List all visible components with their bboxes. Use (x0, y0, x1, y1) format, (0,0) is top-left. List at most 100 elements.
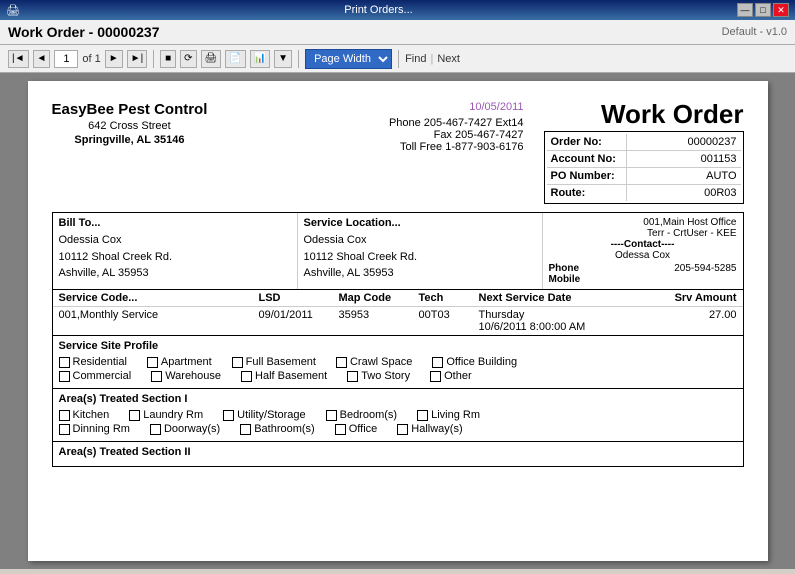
checkbox-doorway-box[interactable] (150, 424, 161, 435)
service-loc-line3: Ashville, AL 35953 (304, 265, 536, 282)
checkbox-two-story-label: Two Story (361, 370, 410, 382)
export-button[interactable]: 📄 (225, 50, 245, 68)
maximize-button[interactable]: □ (755, 3, 771, 17)
checkbox-other: Other (430, 370, 472, 382)
checkbox-utility: Utility/Storage (223, 409, 305, 421)
bill-to-line3: Ashville, AL 35953 (59, 265, 291, 282)
route-value: 00R03 (627, 185, 741, 201)
checkbox-crawl-space-box[interactable] (336, 357, 347, 368)
checkbox-commercial-label: Commercial (73, 370, 132, 382)
col-header-lsd: LSD (253, 292, 333, 304)
profile-row1: Residential Apartment Full Basement Craw… (59, 356, 737, 368)
account-no-row: Account No: 001153 (547, 151, 741, 168)
checkbox-bedroom-box[interactable] (326, 410, 337, 421)
checkbox-apartment-label: Apartment (161, 356, 212, 368)
prev-page-button[interactable]: ◄ (33, 50, 51, 68)
checkbox-half-basement: Half Basement (241, 370, 327, 382)
checkbox-laundry-box[interactable] (129, 410, 140, 421)
checkbox-utility-box[interactable] (223, 410, 234, 421)
po-number-value: AUTO (627, 168, 741, 184)
document: EasyBee Pest Control 642 Cross Street Sp… (28, 81, 768, 561)
refresh-button[interactable]: ⟳ (180, 50, 196, 68)
checkbox-two-story-box[interactable] (347, 371, 358, 382)
export3-button[interactable]: ▼ (274, 50, 292, 68)
service-loc-line2: 10112 Shoal Creek Rd. (304, 249, 536, 266)
order-info-block: Work Order Order No: 00000237 Account No… (544, 101, 744, 204)
checkbox-office-building-label: Office Building (446, 356, 517, 368)
profile-header: Service Site Profile (59, 340, 737, 352)
last-page-button[interactable]: ►| (127, 50, 148, 68)
contact-name: Odessa Cox (549, 250, 737, 261)
phone-line: Phone 205-467-7427 Ext14 (389, 117, 524, 129)
checkbox-office-box[interactable] (335, 424, 346, 435)
checkbox-full-basement-label: Full Basement (246, 356, 316, 368)
title-bar-icon: 🖨 (6, 4, 20, 17)
mobile-label: Mobile (549, 274, 737, 285)
checkbox-living-box[interactable] (417, 410, 428, 421)
company-name: EasyBee Pest Control (52, 101, 208, 118)
print-button[interactable]: 🖨 (201, 50, 222, 68)
checkbox-kitchen-box[interactable] (59, 410, 70, 421)
phone-block: 10/05/2011 Phone 205-467-7427 Ext14 Fax … (389, 101, 524, 153)
toolbar: |◄ ◄ of 1 ► ►| ■ ⟳ 🖨 📄 📊 ▼ Page Width Fi… (0, 45, 795, 73)
bill-to-line1: Odessia Cox (59, 232, 291, 249)
checkbox-other-box[interactable] (430, 371, 441, 382)
title-bar-title: Print Orders... (344, 4, 412, 16)
checkbox-commercial: Commercial (59, 370, 132, 382)
close-button[interactable]: ✕ (773, 3, 789, 17)
minimize-button[interactable]: — (737, 3, 753, 17)
next-button[interactable]: Next (437, 53, 460, 65)
areas-treated-2: Area(s) Treated Section II (52, 442, 744, 467)
checkbox-hallway-box[interactable] (397, 424, 408, 435)
content-area[interactable]: EasyBee Pest Control 642 Cross Street Sp… (0, 73, 795, 569)
title-phone-block: 10/05/2011 Phone 205-467-7427 Ext14 Fax … (389, 101, 744, 204)
row-next: Thursday10/6/2011 8:00:00 AM (473, 309, 663, 333)
account-no-value: 001153 (627, 151, 741, 167)
checkbox-office-building: Office Building (432, 356, 517, 368)
date-label: 10/05/2011 (389, 101, 524, 113)
stop-button[interactable]: ■ (160, 50, 176, 68)
checkbox-doorway-label: Doorway(s) (164, 423, 220, 435)
checkbox-crawl-space-label: Crawl Space (350, 356, 412, 368)
checkbox-dinning-box[interactable] (59, 424, 70, 435)
checkbox-crawl-space: Crawl Space (336, 356, 412, 368)
phone-label: Phone (549, 263, 580, 274)
checkbox-commercial-box[interactable] (59, 371, 70, 382)
checkbox-half-basement-box[interactable] (241, 371, 252, 382)
checkbox-living: Living Rm (417, 409, 480, 421)
toll-free-line: Toll Free 1-877-903-6176 (389, 141, 524, 153)
contact-label: ----Contact---- (549, 239, 737, 250)
wo-header-title: Work Order - 00000237 (8, 24, 160, 40)
page-width-select[interactable]: Page Width (305, 49, 392, 69)
col-header-map: Map Code (333, 292, 413, 304)
of-pages-label: of 1 (82, 53, 100, 65)
checkbox-kitchen-label: Kitchen (73, 409, 110, 421)
areas-treated-1: Area(s) Treated Section I Kitchen Laundr… (52, 389, 744, 442)
bill-to-line2: 10112 Shoal Creek Rd. (59, 249, 291, 266)
areas-row2: Dinning Rm Doorway(s) Bathroom(s) Office… (59, 423, 737, 435)
next-page-button[interactable]: ► (105, 50, 123, 68)
checkbox-bathroom-box[interactable] (240, 424, 251, 435)
toolbar-separator3 (398, 50, 399, 68)
service-loc-header: Service Location... (304, 217, 536, 229)
first-page-button[interactable]: |◄ (8, 50, 29, 68)
checkbox-warehouse-box[interactable] (151, 371, 162, 382)
checkbox-other-label: Other (444, 370, 472, 382)
service-table-header: Service Code... LSD Map Code Tech Next S… (53, 290, 743, 307)
order-no-value: 00000237 (627, 134, 741, 150)
phone-row: Phone 205-594-5285 (549, 263, 737, 274)
checkbox-full-basement-box[interactable] (232, 357, 243, 368)
page-number-input[interactable] (54, 50, 78, 68)
checkbox-apartment-box[interactable] (147, 357, 158, 368)
export2-button[interactable]: 📊 (250, 50, 270, 68)
toolbar-separator2 (298, 50, 299, 68)
checkbox-bathroom-label: Bathroom(s) (254, 423, 315, 435)
checkbox-residential-box[interactable] (59, 357, 70, 368)
checkbox-office-building-box[interactable] (432, 357, 443, 368)
find-button[interactable]: Find (405, 53, 426, 65)
row-map: 35953 (333, 309, 413, 333)
col-header-amt: Srv Amount (663, 292, 743, 304)
areas-header-2: Area(s) Treated Section II (59, 446, 737, 458)
right-header: 10/05/2011 Phone 205-467-7427 Ext14 Fax … (389, 101, 744, 204)
checkbox-two-story: Two Story (347, 370, 410, 382)
